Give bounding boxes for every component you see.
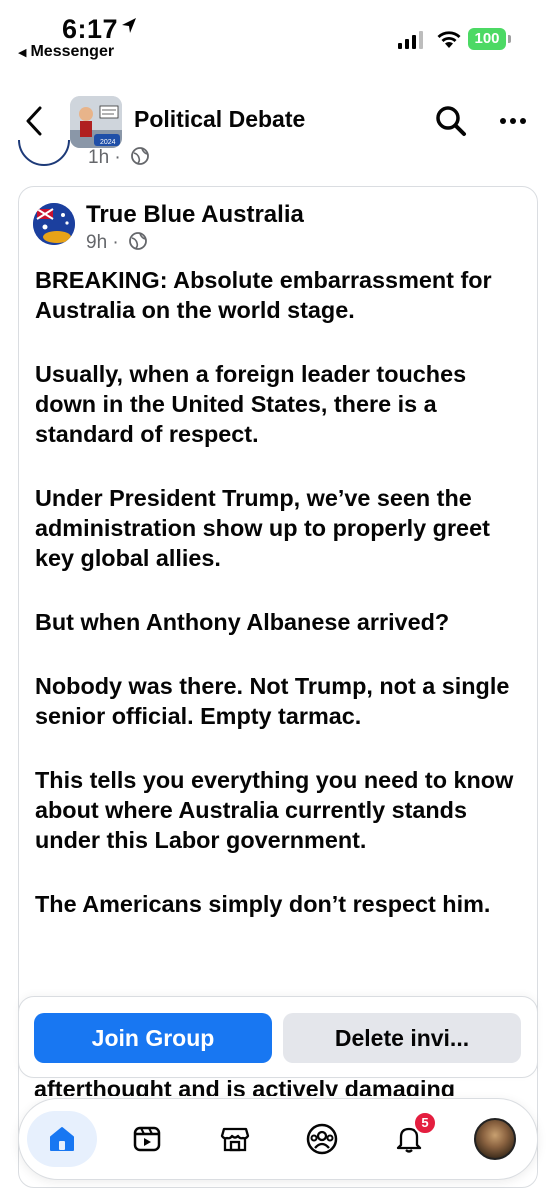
marketplace-icon <box>220 1127 250 1152</box>
australia-flag-avatar-image <box>33 203 75 245</box>
post-time[interactable]: 9h · <box>86 232 119 253</box>
post-body[interactable]: BREAKING: Absolute embarrassment for Aus… <box>35 265 530 953</box>
search-icon[interactable] <box>434 104 468 138</box>
nav-notifications[interactable]: 5 <box>381 1111 437 1167</box>
more-options-icon[interactable] <box>496 106 530 136</box>
back-app-label: Messenger <box>30 43 115 60</box>
notification-count-badge: 5 <box>413 1111 437 1135</box>
nav-home[interactable] <box>27 1111 97 1167</box>
post-paragraph: Nobody was there. Not Trump, not a singl… <box>35 673 510 729</box>
nav-marketplace[interactable] <box>207 1111 263 1167</box>
delete-invite-button[interactable]: Delete invi... <box>283 1013 521 1063</box>
post-meta: 9h · <box>86 231 148 254</box>
cellular-signal-icon <box>398 31 423 49</box>
post-author-avatar[interactable] <box>33 203 75 245</box>
location-arrow-icon <box>122 18 136 33</box>
globe-icon <box>131 147 149 165</box>
bottom-nav: 5 <box>18 1098 538 1180</box>
previous-post-avatar[interactable] <box>18 140 70 166</box>
video-icon <box>133 1126 161 1152</box>
join-group-bar: Join Group Delete invi... <box>18 996 538 1078</box>
back-chevron-icon[interactable] <box>20 104 50 138</box>
post-paragraph: But when Anthony Albanese arrived? <box>35 609 450 635</box>
battery-indicator: 100 <box>468 28 506 50</box>
battery-tip <box>508 35 511 43</box>
post-paragraph: This tells you everything you need to kn… <box>35 767 514 853</box>
nav-groups[interactable] <box>294 1111 350 1167</box>
post-author-name[interactable]: True Blue Australia <box>86 201 304 229</box>
profile-icon <box>474 1118 516 1160</box>
wifi-icon <box>437 31 461 48</box>
post-paragraph: Under President Trump, we’ve seen the ad… <box>35 485 490 571</box>
home-icon <box>50 1127 74 1151</box>
previous-post-peek: 1h · <box>0 140 554 176</box>
post-paragraph: BREAKING: Absolute embarrassment for Aus… <box>35 267 492 323</box>
back-triangle-icon: ◀ <box>18 47 27 59</box>
globe-icon <box>129 232 147 250</box>
back-to-messenger-link[interactable]: ◀ Messenger <box>18 43 114 61</box>
post-paragraph: Usually, when a foreign leader touches d… <box>35 361 467 447</box>
nav-profile[interactable] <box>467 1111 523 1167</box>
app-screen: 6:17 ◀ Messenger 100 2024 Political Deba… <box>0 0 554 1200</box>
nav-video[interactable] <box>119 1111 175 1167</box>
join-group-button[interactable]: Join Group <box>34 1013 272 1063</box>
groups-icon <box>306 1123 338 1155</box>
previous-post-time: 1h · <box>88 147 121 168</box>
status-time: 6:17 <box>62 14 119 44</box>
status-bar: 6:17 ◀ Messenger 100 <box>0 0 554 70</box>
group-title[interactable]: Political Debate <box>134 106 305 133</box>
post-trailing-text: afterthought and is actively damaging <box>34 1076 456 1096</box>
previous-post-meta: 1h · <box>88 146 150 169</box>
post-paragraph: The Americans simply don’t respect him. <box>35 891 491 917</box>
